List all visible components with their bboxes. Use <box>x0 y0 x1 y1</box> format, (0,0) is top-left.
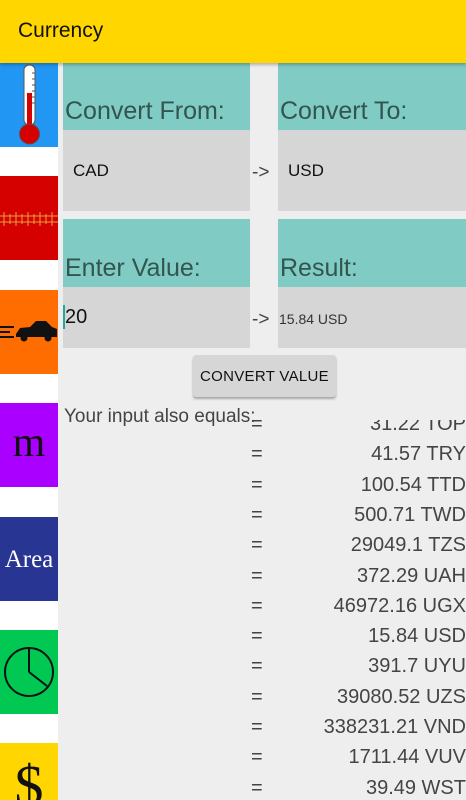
sidebar: m Area $ <box>0 63 58 800</box>
result-label: Result: <box>280 254 358 282</box>
convert-from-label: Convert From: <box>65 97 225 125</box>
dollar-icon: $ <box>15 753 44 800</box>
to-currency-value: USD <box>288 161 324 180</box>
equals-sign: = <box>251 473 263 496</box>
enter-value-header: Enter Value: <box>63 219 250 287</box>
equals-sign: = <box>251 625 263 648</box>
currency-screen: Currency m Area $ Convert From: CAD -> C… <box>0 0 466 800</box>
clock-icon <box>4 647 54 697</box>
converted-amount: 39080.52 UZS <box>337 685 466 708</box>
list-item: = 46972.16 UGX <box>58 592 466 622</box>
convert-arrow: -> <box>252 162 270 183</box>
list-item: = 372.29 UAH <box>58 562 466 592</box>
converted-amount: 29049.1 TZS <box>350 534 466 557</box>
converted-amount: 500.71 TWD <box>354 503 466 526</box>
converted-amount: 391.7 UYU <box>368 655 466 678</box>
app-bar: Currency <box>0 0 466 63</box>
result-field: 15.84 USD <box>278 287 466 348</box>
app-title: Currency <box>18 19 104 42</box>
list-item: = 391.7 UYU <box>58 652 466 682</box>
sidebar-item-currency[interactable]: $ <box>0 743 58 800</box>
equals-sign: = <box>251 776 263 799</box>
equals-sign: = <box>251 443 263 466</box>
to-currency-selector[interactable]: USD <box>278 130 466 211</box>
also-equals-label: Your input also equals: <box>64 406 256 427</box>
converted-amount: 15.84 USD <box>368 625 466 648</box>
equals-sign: = <box>251 594 263 617</box>
converted-amount: 39.49 WST <box>365 776 466 799</box>
sidebar-item-time[interactable] <box>0 630 58 714</box>
converted-amount: 100.54 TTD <box>360 473 466 496</box>
list-item: = 41.57 TRY <box>58 440 466 470</box>
converted-amount: 1711.44 VUV <box>348 746 466 769</box>
value-input[interactable] <box>63 287 250 348</box>
equals-sign: = <box>251 564 263 587</box>
list-item: = 39.49 WST <box>58 774 466 800</box>
result-value: 15.84 USD <box>279 311 348 327</box>
sidebar-item-area[interactable]: Area <box>0 517 58 601</box>
equals-sign: = <box>251 655 263 678</box>
mass-icon-label: m <box>13 420 46 466</box>
sidebar-item-speed[interactable] <box>0 290 58 374</box>
sidebar-item-length[interactable] <box>0 176 58 260</box>
equals-sign: = <box>251 534 263 557</box>
converted-amount: 372.29 UAH <box>357 564 466 587</box>
converted-amount: 46972.16 UGX <box>333 594 466 617</box>
convert-to-label: Convert To: <box>280 97 408 125</box>
equals-sign: = <box>251 746 263 769</box>
equals-sign: = <box>251 503 263 526</box>
text-cursor <box>63 305 65 329</box>
area-icon: Area <box>5 546 54 573</box>
thermometer-icon <box>19 64 40 145</box>
ruler-icon <box>0 212 58 226</box>
area-icon-label: Area <box>5 546 54 573</box>
sidebar-item-temperature[interactable] <box>0 63 58 147</box>
equals-sign: = <box>251 716 263 738</box>
from-currency-value: CAD <box>73 161 109 180</box>
list-item: = 338231.21 VND <box>58 713 466 743</box>
dollar-icon-label: $ <box>15 753 44 800</box>
equivalents-list[interactable]: = 31.22 TOP = 41.57 TRY = 100.54 TTD = 500.71 T… <box>58 420 466 800</box>
list-item: = 39080.52 UZS <box>58 683 466 713</box>
list-item: = 1711.44 VUV <box>58 743 466 773</box>
equals-sign: = <box>251 685 263 708</box>
result-arrow: -> <box>252 309 270 330</box>
sidebar-item-mass[interactable]: m <box>0 403 58 487</box>
convert-to-header: Convert To: <box>278 63 466 130</box>
list-item: = 500.71 TWD <box>58 501 466 531</box>
convert-from-header: Convert From: <box>63 63 250 130</box>
from-currency-selector[interactable]: CAD <box>63 130 250 211</box>
converted-amount: 31.22 TOP <box>370 420 466 435</box>
list-item: = 29049.1 TZS <box>58 531 466 561</box>
converted-amount: 338231.21 VND <box>323 716 466 738</box>
result-header: Result: <box>278 219 466 287</box>
mass-icon: m <box>13 420 46 466</box>
convert-value-button[interactable]: CONVERT VALUE <box>193 355 336 397</box>
list-item: = 100.54 TTD <box>58 471 466 501</box>
converted-amount: 41.57 TRY <box>371 443 466 466</box>
list-item: = 15.84 USD <box>58 622 466 652</box>
car-icon <box>0 321 57 342</box>
enter-value-label: Enter Value: <box>65 254 201 282</box>
